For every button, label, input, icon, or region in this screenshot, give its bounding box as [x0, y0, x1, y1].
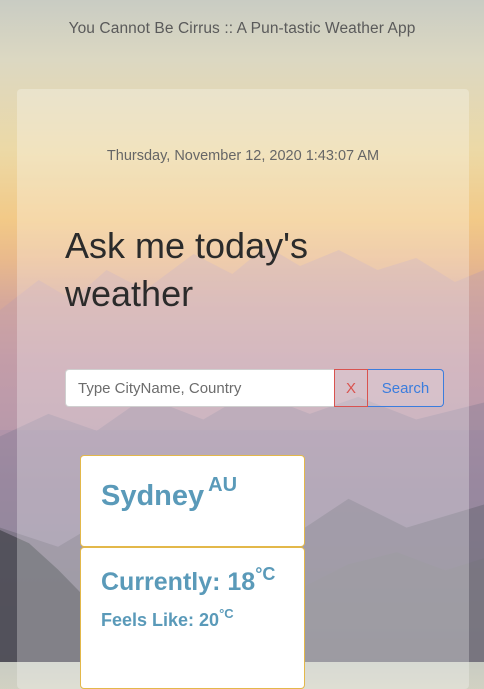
city-search-input[interactable] — [65, 369, 334, 407]
temp-unit: °C — [219, 606, 234, 621]
current-temp-label: Currently: 18 — [101, 568, 256, 596]
location-card: Sydney AU — [80, 455, 305, 547]
current-datetime: Thursday, November 12, 2020 1:43:07 AM — [106, 148, 380, 164]
search-button[interactable]: Search — [368, 369, 444, 407]
city-label: Sydney — [101, 480, 205, 512]
search-form: X Search — [65, 369, 444, 407]
city-name: Sydney AU — [101, 474, 237, 513]
clear-button[interactable]: X — [334, 369, 368, 407]
feels-like-label: Feels Like: 20 — [101, 610, 220, 630]
app-title: You Cannot Be Cirrus :: A Pun-tastic Wea… — [68, 20, 416, 37]
feels-like-temperature: Feels Like: 20°C — [101, 606, 234, 631]
temp-unit: °C — [255, 564, 276, 584]
page-heading: Ask me today's weather — [65, 225, 308, 314]
weather-card: Currently: 18°C Feels Like: 20°C — [80, 547, 305, 689]
country-code: AU — [208, 474, 238, 496]
current-temperature: Currently: 18°C — [101, 564, 275, 597]
